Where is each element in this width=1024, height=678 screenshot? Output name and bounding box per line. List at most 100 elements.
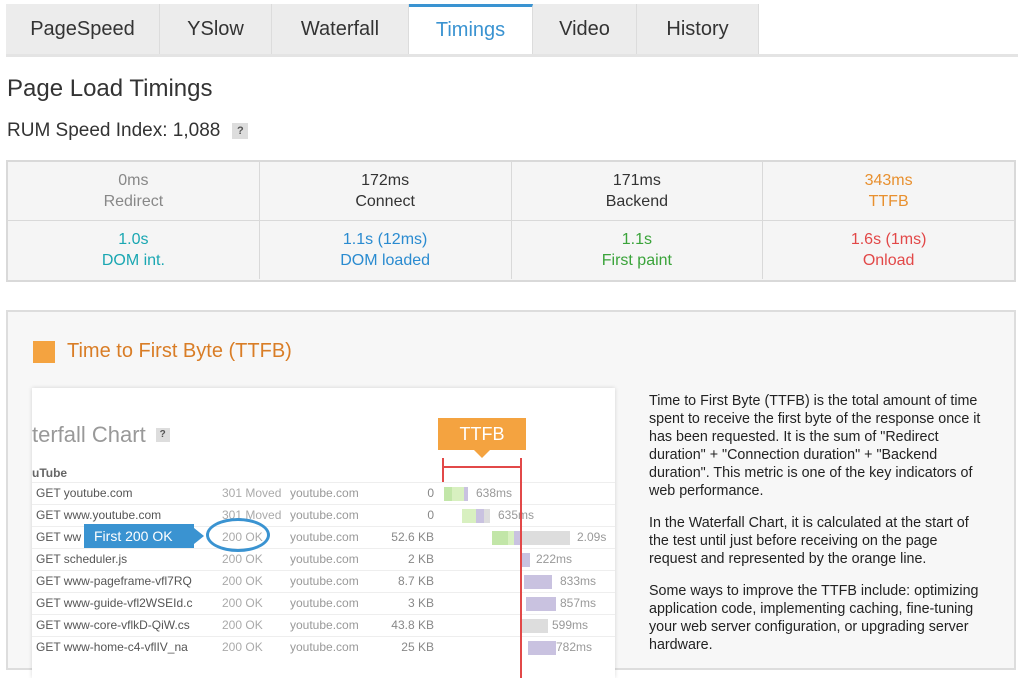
domain-cell: youtube.com xyxy=(290,508,359,522)
page-title: Page Load Timings xyxy=(7,75,213,102)
ttfb-line xyxy=(520,458,522,678)
domain-cell: youtube.com xyxy=(290,574,359,588)
waterfall-bar xyxy=(526,597,556,611)
help-icon: ? xyxy=(155,428,170,442)
timing-backend: 171ms Backend xyxy=(512,162,764,220)
time-cell: 638ms xyxy=(476,486,513,500)
request-cell: GET www-pageframe-vfl7RQ xyxy=(36,574,192,588)
domain-cell: youtube.com xyxy=(290,618,359,632)
rum-label: RUM Speed Index: 1,088 xyxy=(7,120,221,141)
help-icon[interactable]: ? xyxy=(232,123,249,139)
domain-cell: youtube.com xyxy=(290,596,359,610)
waterfall-bar xyxy=(484,509,490,523)
size-cell: 25 KB xyxy=(401,640,434,654)
waterfall-bar xyxy=(520,531,570,545)
timing-ttfb: 343ms TTFB xyxy=(763,162,1014,220)
timings-grid: 0ms Redirect 172ms Connect 171ms Backend 34… xyxy=(6,160,1016,282)
timing-label: First paint xyxy=(601,251,672,269)
table-row[interactable]: GET youtube.com 301 Moved youtube.com 0 638m… xyxy=(32,482,615,503)
description-paragraph: Some ways to improve the TTFB include: o… xyxy=(649,583,979,653)
ttfb-description: Time to First Byte (TTFB) is the total a… xyxy=(649,392,989,668)
ttfb-panel: Time to First Byte (TTFB) terfall Chart … xyxy=(6,310,1016,678)
timing-value: 1.6s (1ms) xyxy=(850,230,927,248)
first-200-callout: First 200 OK xyxy=(84,524,204,548)
ttfb-tag: TTFB xyxy=(438,418,526,458)
request-cell: GET www-core-vflkD-QiW.cs xyxy=(36,618,190,632)
timing-label: DOM loaded xyxy=(340,251,431,269)
size-cell: 3 KB xyxy=(407,596,434,610)
time-cell: 782ms xyxy=(556,640,593,654)
timing-dom-interactive: 1.0s DOM int. xyxy=(8,221,260,279)
timing-dom-loaded: 1.1s (12ms) DOM loaded xyxy=(260,221,512,279)
timing-value: 172ms xyxy=(361,171,410,189)
table-row[interactable]: GET www-pageframe-vfl7RQ 200 OK youtube.co… xyxy=(32,570,615,591)
tab-timings[interactable]: Timings xyxy=(409,4,533,54)
status-cell: 200 OK xyxy=(222,596,263,610)
size-cell: 52.6 KB xyxy=(391,530,434,544)
time-cell: 2.09s xyxy=(577,530,607,544)
status-cell: 200 OK xyxy=(222,618,263,632)
domain-cell: youtube.com xyxy=(290,530,359,544)
waterfall-title: terfall Chart ? xyxy=(32,422,170,448)
domain-cell: youtube.com xyxy=(290,486,359,500)
panel-title: Time to First Byte (TTFB) xyxy=(67,340,292,362)
time-cell: 857ms xyxy=(560,596,597,610)
timing-value: 1.0s xyxy=(118,230,149,248)
panel-header: Time to First Byte (TTFB) xyxy=(33,340,292,363)
status-cell: 200 OK xyxy=(222,574,263,588)
tab-waterfall[interactable]: Waterfall xyxy=(272,4,409,54)
highlight-ring xyxy=(206,518,270,552)
status-cell: 301 Moved xyxy=(222,486,282,500)
tab-yslow[interactable]: YSlow xyxy=(160,4,272,54)
table-row[interactable]: GET www.youtube.com 301 Moved youtube.com 0… xyxy=(32,504,615,525)
waterfall-bar xyxy=(528,641,556,655)
tab-history[interactable]: History xyxy=(637,4,759,54)
waterfall-screenshot: terfall Chart ? uTube GET youtube.com 301… xyxy=(32,388,615,678)
description-paragraph: Time to First Byte (TTFB) is the total a… xyxy=(649,393,981,499)
tab-underline xyxy=(6,54,1018,57)
timing-value: 171ms xyxy=(612,171,661,189)
timing-value: 0ms xyxy=(118,171,149,189)
domain-cell: youtube.com xyxy=(290,552,359,566)
timings-row: 1.0s DOM int. 1.1s (12ms) DOM loaded 1.1s F… xyxy=(8,220,1014,279)
timing-label: Connect xyxy=(355,192,415,210)
tab-video[interactable]: Video xyxy=(533,4,637,54)
request-cell: GET www.youtube.com xyxy=(36,508,162,522)
status-cell: 200 OK xyxy=(222,552,263,566)
size-cell: 0 xyxy=(427,486,434,500)
timings-row: 0ms Redirect 172ms Connect 171ms Backend 34… xyxy=(8,162,1014,220)
timing-onload: 1.6s (1ms) Onload xyxy=(763,221,1014,279)
timing-label: TTFB xyxy=(868,192,909,210)
group-label: uTube xyxy=(32,466,68,480)
time-cell: 833ms xyxy=(560,574,597,588)
waterfall-bar xyxy=(464,487,468,501)
timing-redirect: 0ms Redirect xyxy=(8,162,260,220)
timing-value: 343ms xyxy=(864,171,913,189)
waterfall-bar xyxy=(476,509,484,523)
table-row[interactable]: GET scheduler.js 200 OK youtube.com 2 KB 222… xyxy=(32,548,615,569)
timing-value: 1.1s (12ms) xyxy=(342,230,428,248)
table-row[interactable]: GET www-core-vflkD-QiW.cs 200 OK youtube.c… xyxy=(32,614,615,635)
waterfall-bar xyxy=(524,575,552,589)
rum-speed-index: RUM Speed Index: 1,088 ? xyxy=(7,120,249,142)
size-cell: 8.7 KB xyxy=(397,574,434,588)
timing-first-paint: 1.1s First paint xyxy=(512,221,764,279)
waterfall-bar xyxy=(492,531,508,545)
tab-bar: PageSpeed YSlow Waterfall Timings Video … xyxy=(6,4,759,54)
time-cell: 635ms xyxy=(498,508,535,522)
table-row[interactable]: GET www-home-c4-vflIV_na 200 OK youtube.co… xyxy=(32,636,615,657)
table-row[interactable]: GET www-guide-vfl2WSEId.c 200 OK youtube.c… xyxy=(32,592,615,613)
timing-label: DOM int. xyxy=(101,251,165,269)
waterfall-bar xyxy=(522,553,530,567)
size-cell: 2 KB xyxy=(407,552,434,566)
ttfb-bracket xyxy=(442,466,522,468)
status-cell: 200 OK xyxy=(222,640,263,654)
time-cell: 222ms xyxy=(536,552,573,566)
tab-pagespeed[interactable]: PageSpeed xyxy=(6,4,160,54)
waterfall-bar xyxy=(452,487,464,501)
waterfall-bar xyxy=(462,509,476,523)
request-cell: GET www-home-c4-vflIV_na xyxy=(36,640,188,654)
request-cell: GET scheduler.js xyxy=(36,552,128,566)
timing-value: 1.1s xyxy=(621,230,652,248)
waterfall-bar xyxy=(522,619,548,633)
